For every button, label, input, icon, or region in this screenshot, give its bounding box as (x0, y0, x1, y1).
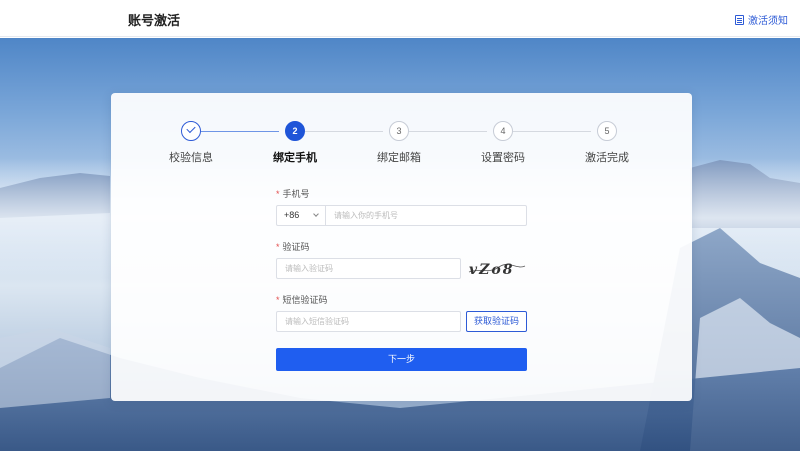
check-icon (181, 121, 201, 141)
progress-steps: 校验信息 2 绑定手机 3 绑定邮箱 4 设置密码 5 激活完成 (111, 93, 692, 173)
step-label: 校验信息 (169, 152, 213, 164)
required-mark: * (276, 295, 280, 305)
captcha-label: * 验证码 (276, 240, 527, 252)
sms-row: 请输入短信验证码 获取验证码 (276, 311, 527, 332)
step-bind-email: 3 绑定邮箱 (354, 121, 444, 165)
step-label: 激活完成 (585, 152, 629, 164)
step-verify-info: 校验信息 (146, 121, 236, 165)
step-number: 4 (493, 121, 513, 141)
page-title: 账号激活 (128, 13, 181, 28)
sms-code-input[interactable]: 请输入短信验证码 (276, 311, 461, 332)
chevron-down-icon (313, 211, 319, 217)
captcha-row: 请输入验证码 vZo8 (276, 258, 527, 279)
step-label: 绑定手机 (273, 152, 317, 164)
phone-label: * 手机号 (276, 187, 527, 199)
country-code-select[interactable]: +86 (276, 205, 326, 226)
captcha-image[interactable]: vZo8 (467, 258, 527, 279)
sms-label: * 短信验证码 (276, 293, 527, 305)
step-label: 绑定邮箱 (377, 152, 421, 164)
captcha-label-text: 验证码 (282, 242, 310, 252)
step-number: 2 (285, 121, 305, 141)
get-sms-code-button[interactable]: 获取验证码 (466, 311, 527, 332)
required-mark: * (276, 189, 280, 199)
top-bar: 账号激活 激活须知 (0, 0, 800, 37)
activation-card: 校验信息 2 绑定手机 3 绑定邮箱 4 设置密码 5 激活完成 * 手机号 +8… (111, 93, 692, 401)
phone-input[interactable]: 请输入你的手机号 (326, 205, 527, 226)
captcha-text: vZo8 (469, 262, 514, 278)
step-set-password: 4 设置密码 (458, 121, 548, 165)
required-mark: * (276, 242, 280, 252)
phone-label-text: 手机号 (282, 189, 310, 199)
document-icon (735, 14, 744, 25)
step-number: 3 (389, 121, 409, 141)
country-code-value: +86 (284, 210, 300, 220)
next-step-button[interactable]: 下一步 (276, 348, 527, 371)
activation-notice-link[interactable]: 激活须知 (735, 12, 788, 27)
captcha-input[interactable]: 请输入验证码 (276, 258, 461, 279)
step-complete: 5 激活完成 (562, 121, 652, 165)
sms-label-text: 短信验证码 (282, 295, 328, 305)
bind-phone-form: * 手机号 +86 请输入你的手机号 * 验证码 请输入验证码 vZo8 * 短信验证… (276, 187, 527, 332)
step-number: 5 (597, 121, 617, 141)
step-bind-phone: 2 绑定手机 (250, 121, 340, 165)
activation-notice-label: 激活须知 (748, 16, 788, 27)
phone-row: +86 请输入你的手机号 (276, 205, 527, 226)
step-label: 设置密码 (481, 152, 525, 164)
